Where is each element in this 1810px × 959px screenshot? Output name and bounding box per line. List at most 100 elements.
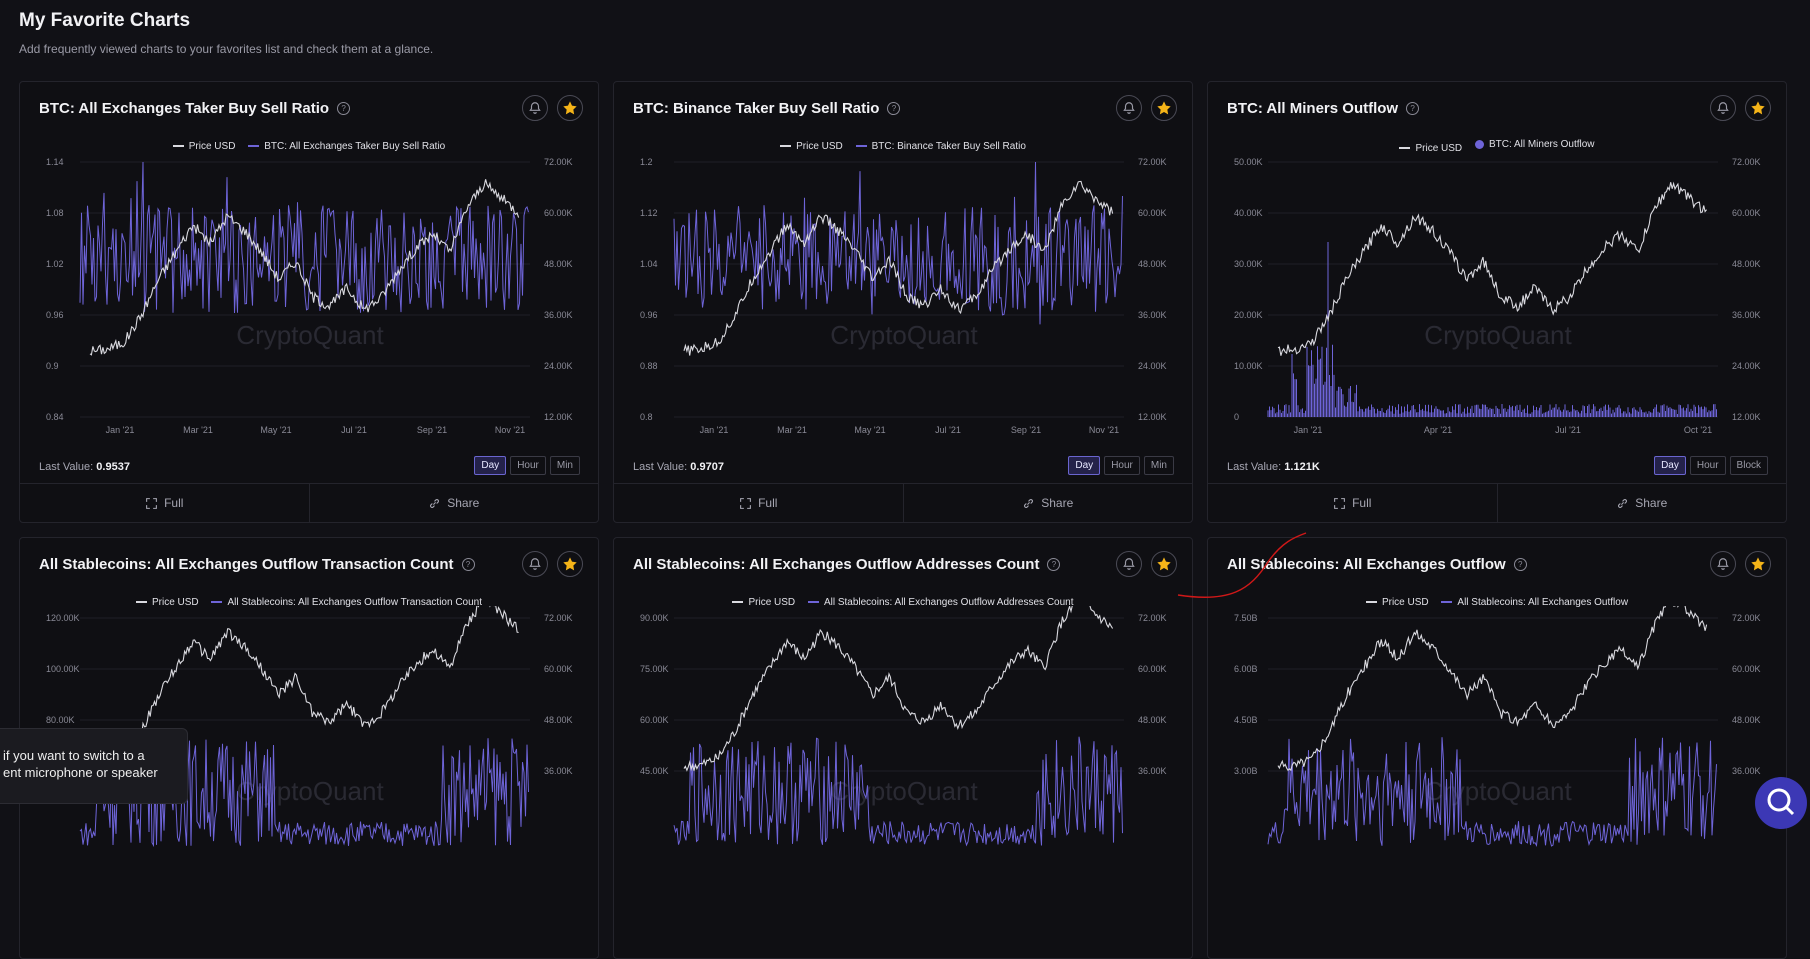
chart-plot[interactable]: CryptoQuant 1.2 1.12 1.04 0.96 0.88 0.8 72.00K 6… (614, 150, 1192, 450)
help-icon[interactable]: ? (1406, 102, 1420, 115)
granularity-hour-button[interactable]: Hour (510, 456, 546, 475)
left-tick-label: 50.00K (1234, 157, 1263, 167)
favorite-star-button[interactable] (557, 551, 583, 577)
granularity-day-button[interactable]: Day (474, 456, 507, 475)
x-tick-label: Mar '21 (183, 425, 213, 435)
share-button[interactable]: Share (308, 484, 599, 522)
help-icon[interactable]: ? (887, 102, 901, 115)
full-button[interactable]: Full (614, 484, 903, 522)
left-tick-label: 75.00K (640, 664, 669, 674)
right-tick-label: 72.00K (1138, 613, 1167, 623)
left-tick-label: 20.00K (1234, 310, 1263, 320)
metric-series-line (79, 161, 529, 314)
alert-bell-button[interactable] (1710, 551, 1736, 577)
link-icon (1024, 498, 1034, 508)
granularity-hour-button[interactable]: Hour (1104, 456, 1140, 475)
chart-card: BTC: Binance Taker Buy Sell Ratio? Price… (613, 81, 1193, 523)
x-tick-label: May '21 (260, 425, 291, 435)
help-icon[interactable]: ? (461, 558, 475, 571)
granularity-day-button[interactable]: Day (1068, 456, 1101, 475)
left-tick-label: 90.00K (640, 613, 669, 623)
device-switch-toast[interactable]: if you want to switch to a ent microphon… (0, 728, 188, 804)
help-icon[interactable]: ? (1513, 558, 1527, 571)
card-footer: Full Share (20, 483, 598, 522)
fullscreen-icon (1334, 497, 1345, 509)
right-tick-label: 24.00K (1138, 361, 1167, 371)
star-icon (563, 557, 577, 571)
help-icon[interactable]: ? (337, 102, 351, 115)
card-footer: Full Share (614, 483, 1192, 522)
fullscreen-icon (740, 497, 751, 509)
left-tick-label: 4.50B (1234, 715, 1258, 725)
chart-plot[interactable]: CryptoQuant 1.14 1.08 1.02 0.96 0.9 0.84 72.00K… (20, 150, 598, 450)
left-tick-label: 40.00K (1234, 208, 1263, 218)
right-tick-label: 36.00K (1732, 766, 1761, 776)
left-tick-label: 1.08 (46, 208, 64, 218)
price-series-line (1277, 606, 1708, 772)
price-series-line (683, 606, 1114, 772)
left-tick-label: 1.04 (640, 259, 658, 269)
favorite-star-button[interactable] (1745, 551, 1771, 577)
chart-plot[interactable]: CryptoQuant 90.00K 75.00K 60.00K 45.00K 72.00… (614, 606, 1192, 906)
granularity-day-button[interactable]: Day (1654, 456, 1686, 475)
left-tick-label: 0.96 (46, 310, 64, 320)
left-tick-label: 3.00B (1234, 766, 1258, 776)
bell-icon (1717, 102, 1729, 114)
favorite-star-button[interactable] (1151, 95, 1177, 121)
left-tick-label: 0.8 (640, 412, 653, 422)
star-icon (1157, 557, 1171, 571)
x-tick-label: Jan '21 (106, 425, 135, 435)
favorite-star-button[interactable] (1151, 551, 1177, 577)
link-icon (1618, 498, 1628, 508)
alert-bell-button[interactable] (1710, 95, 1736, 121)
watermark-text: CryptoQuant (830, 320, 978, 350)
x-tick-label: Jul '21 (341, 425, 367, 435)
bell-icon (1123, 558, 1135, 570)
left-tick-label: 60.00K (640, 715, 669, 725)
chart-plot[interactable]: CryptoQuant 50.00K 40.00K 30.00K 20.00K 10.00… (1208, 150, 1786, 450)
chart-card: BTC: All Miners Outflow? Price USD BTC: … (1207, 81, 1787, 523)
granularity-min-button[interactable]: Min (1143, 456, 1174, 475)
bell-icon (1123, 102, 1135, 114)
help-icon[interactable]: ? (1047, 558, 1061, 571)
left-tick-label: 30.00K (1234, 259, 1263, 269)
right-tick-label: 12.00K (544, 412, 573, 422)
granularity-hour-button[interactable]: Hour (1689, 456, 1726, 475)
watermark-text: CryptoQuant (236, 776, 384, 806)
right-tick-label: 48.00K (544, 259, 573, 269)
page-subtitle: Add frequently viewed charts to your fav… (19, 42, 434, 56)
link-icon (430, 498, 440, 508)
star-icon (1751, 557, 1765, 571)
granularity-min-button[interactable]: Min (549, 456, 580, 475)
favorite-star-button[interactable] (1745, 95, 1771, 121)
left-tick-label: 10.00K (1234, 361, 1263, 371)
card-title: BTC: All Exchanges Taker Buy Sell Ratio? (39, 100, 351, 117)
favorite-star-button[interactable] (557, 95, 583, 121)
granularity-block-button[interactable]: Block (1729, 456, 1768, 475)
search-icon (1767, 788, 1795, 816)
left-tick-label: 0 (1234, 412, 1239, 422)
right-tick-label: 48.00K (1732, 259, 1761, 269)
alert-bell-button[interactable] (1116, 95, 1142, 121)
chart-plot[interactable]: CryptoQuant7.50B6.00B4.50B3.00B72.00K60.… (1208, 606, 1786, 906)
card-title: All Stablecoins: All Exchanges Outflow T… (39, 556, 475, 573)
alert-bell-button[interactable] (522, 95, 548, 121)
page-title: My Favorite Charts (19, 10, 191, 31)
right-tick-label: 36.00K (544, 766, 573, 776)
share-button[interactable]: Share (902, 484, 1193, 522)
right-tick-label: 12.00K (1138, 412, 1167, 422)
alert-bell-button[interactable] (522, 551, 548, 577)
search-fab-button[interactable] (1755, 777, 1807, 829)
x-tick-label: Jan '21 (700, 425, 729, 435)
chart-card: All Stablecoins: All Exchanges Outflow? … (1207, 537, 1787, 959)
legend-item-metric[interactable]: BTC: All Miners Outflow (1474, 139, 1595, 150)
right-tick-label: 60.00K (1138, 208, 1167, 218)
full-button[interactable]: Full (20, 484, 309, 522)
alert-bell-button[interactable] (1116, 551, 1142, 577)
left-tick-label: 7.50B (1234, 613, 1258, 623)
share-button[interactable]: Share (1496, 484, 1787, 522)
right-tick-label: 36.00K (1138, 766, 1167, 776)
full-button[interactable]: Full (1208, 484, 1497, 522)
card-footer: Full Share (1208, 483, 1786, 522)
right-tick-label: 36.00K (544, 310, 573, 320)
